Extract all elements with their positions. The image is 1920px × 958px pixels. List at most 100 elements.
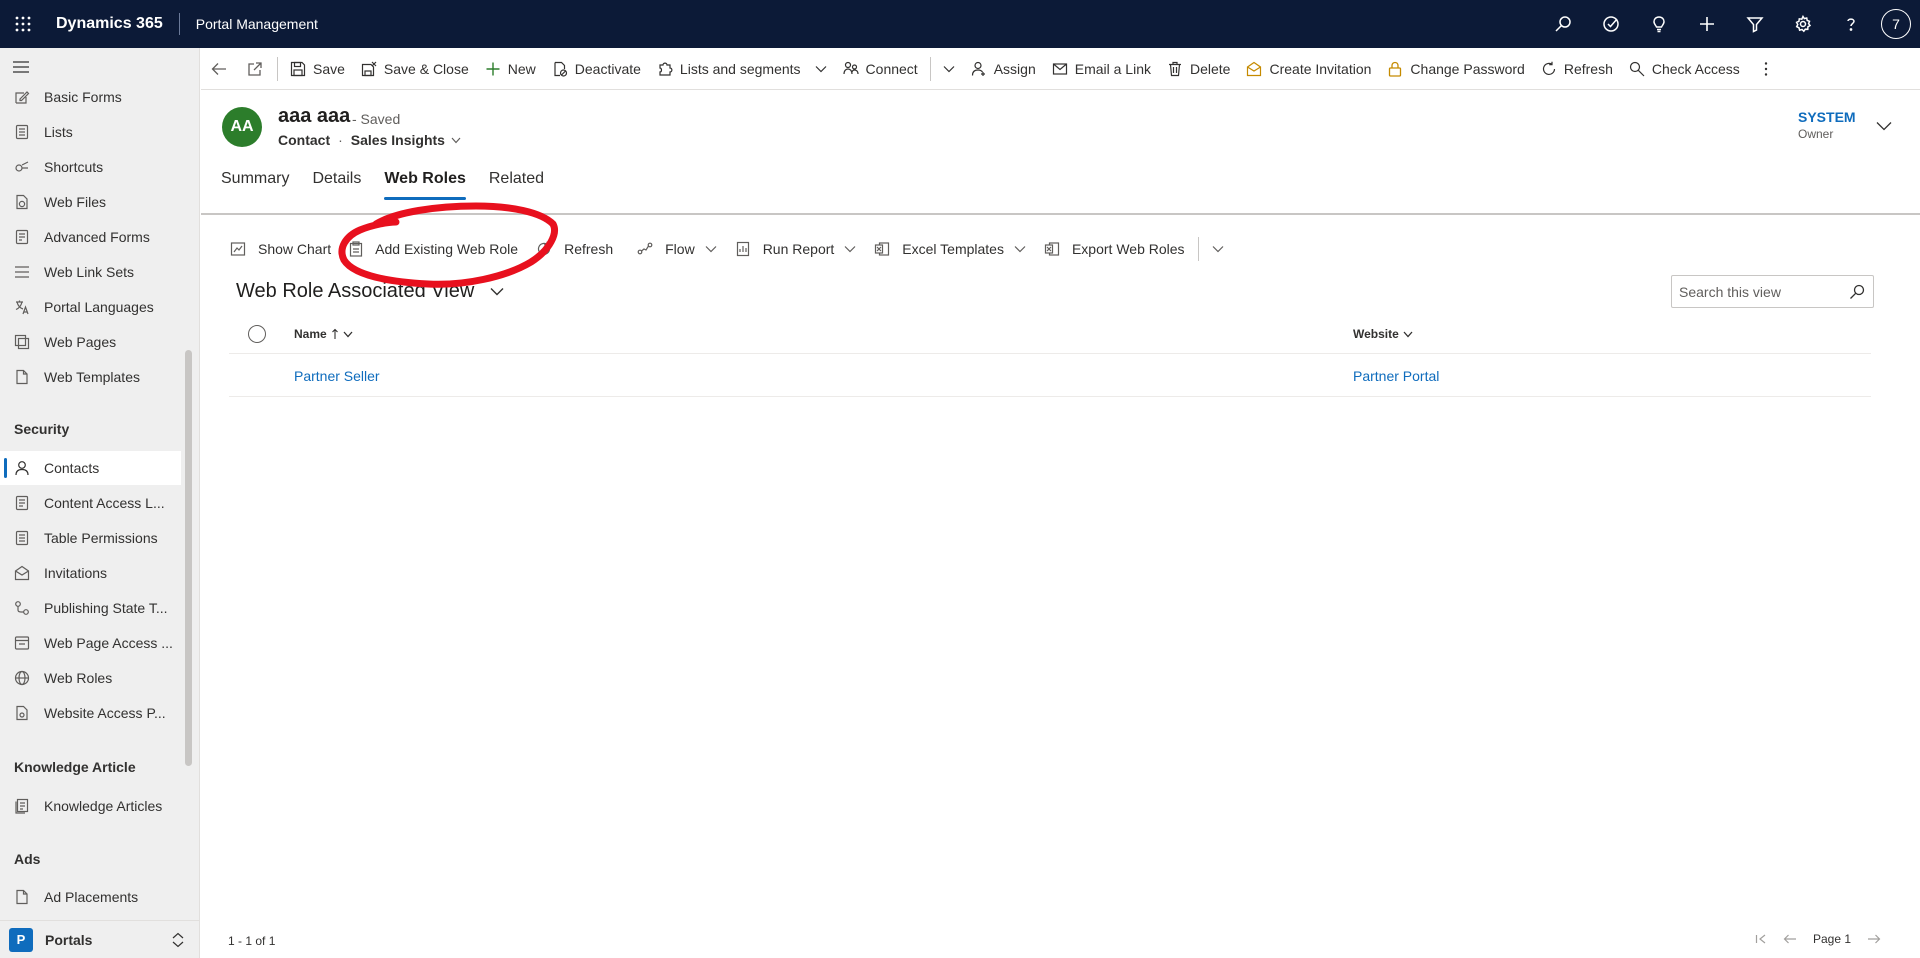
previous-page-icon[interactable] [1783, 934, 1797, 944]
save-and-close-button[interactable]: Save & Close [353, 48, 477, 90]
subgrid-refresh-button[interactable]: Refresh [527, 232, 622, 266]
create-invitation-button[interactable]: Create Invitation [1238, 48, 1379, 90]
change-password-button[interactable]: Change Password [1379, 48, 1532, 90]
sidebar-item-web-roles[interactable]: Web Roles [0, 661, 181, 695]
add-existing-web-role-button[interactable]: Add Existing Web Role [340, 232, 527, 266]
select-all-checkbox[interactable] [248, 325, 266, 343]
next-page-icon[interactable] [1867, 934, 1881, 944]
form-tabs: Summary Details Web Roles Related [221, 170, 567, 200]
sidebar-item-content-access[interactable]: Content Access L... [0, 486, 181, 520]
save-icon [290, 61, 306, 77]
back-arrow-icon[interactable] [201, 48, 237, 90]
app-name[interactable]: Portal Management [196, 16, 318, 32]
language-icon [0, 299, 44, 315]
sidebar-item-lists[interactable]: Lists [0, 115, 181, 149]
export-web-roles-button[interactable]: Export Web Roles [1035, 232, 1194, 266]
sidebar-item-website-access[interactable]: Website Access P... [0, 696, 181, 730]
lists-and-segments-button[interactable]: Lists and segments [649, 48, 835, 90]
more-commands-icon[interactable] [1748, 48, 1776, 90]
record-entity-line: Contact · Sales Insights [278, 132, 461, 148]
form-selector[interactable]: Sales Insights [351, 132, 445, 148]
assign-button[interactable]: Assign [963, 48, 1044, 90]
connect-more-chevron-icon[interactable] [935, 48, 963, 90]
sidebar-item-portal-languages[interactable]: Portal Languages [0, 290, 181, 324]
run-report-button[interactable]: Run Report [726, 232, 866, 266]
search-icon[interactable] [1539, 0, 1587, 48]
sidebar-item-label: Web Files [44, 194, 106, 210]
email-a-link-button[interactable]: Email a Link [1044, 48, 1159, 90]
sidebar-item-ad-placements[interactable]: Ad Placements [0, 880, 181, 914]
name-link[interactable]: Partner Seller [294, 368, 380, 384]
app-launcher-icon[interactable] [0, 0, 46, 48]
gear-icon[interactable] [1779, 0, 1827, 48]
list-icon [0, 264, 44, 280]
sidebar-item-shortcuts[interactable]: Shortcuts [0, 150, 181, 184]
sidebar-item-web-templates[interactable]: Web Templates [0, 360, 181, 394]
flow-button[interactable]: Flow [628, 232, 726, 266]
article-icon [0, 798, 44, 814]
plus-icon [485, 61, 501, 77]
profile-avatar[interactable]: 7 [1881, 9, 1911, 39]
tab-details[interactable]: Details [312, 170, 361, 200]
sidebar-item-label: Web Link Sets [44, 264, 135, 280]
refresh-button[interactable]: Refresh [1533, 48, 1621, 90]
excel-templates-button[interactable]: Excel Templates [865, 232, 1035, 266]
deactivate-button[interactable]: Deactivate [544, 48, 649, 90]
check-access-button[interactable]: Check Access [1621, 48, 1748, 90]
plus-icon[interactable] [1683, 0, 1731, 48]
chevron-down-icon[interactable] [815, 65, 827, 73]
search-input[interactable] [1679, 283, 1839, 300]
new-button[interactable]: New [477, 48, 544, 90]
hamburger-menu-icon[interactable] [12, 60, 30, 74]
save-button[interactable]: Save [282, 48, 353, 90]
connect-button[interactable]: Connect [835, 48, 926, 90]
export-more-chevron-icon[interactable] [1203, 232, 1233, 266]
owner-label: Owner [1798, 127, 1834, 141]
sidebar-item-publishing-state[interactable]: Publishing State T... [0, 591, 181, 625]
chevron-up-down-icon [171, 932, 185, 948]
task-check-icon[interactable] [1587, 0, 1635, 48]
chevron-down-icon[interactable] [451, 137, 461, 144]
filter-icon[interactable] [1731, 0, 1779, 48]
sidebar-item-table-permissions[interactable]: Table Permissions [0, 521, 181, 555]
sidebar-item-basic-forms[interactable]: Basic Forms [0, 80, 181, 114]
owner-name-link[interactable]: SYSTEM [1798, 109, 1856, 125]
tab-web-roles[interactable]: Web Roles [384, 170, 466, 200]
record-avatar: AA [222, 107, 262, 147]
sidebar-item-contacts[interactable]: Contacts [0, 451, 181, 485]
sidebar-scrollbar[interactable] [185, 350, 192, 766]
first-page-icon[interactable] [1755, 934, 1767, 944]
area-switcher[interactable]: P Portals [0, 920, 199, 958]
sidebar-item-label: Portal Languages [44, 299, 154, 315]
column-header-website[interactable]: Website [1353, 327, 1413, 341]
column-header-name[interactable]: Name [294, 327, 353, 341]
sidebar-item-web-page-access[interactable]: Web Page Access ... [0, 626, 181, 660]
owner-field: SYSTEM Owner [1798, 109, 1856, 141]
delete-button[interactable]: Delete [1159, 48, 1238, 90]
sidebar-item-advanced-forms[interactable]: Advanced Forms [0, 220, 181, 254]
sidebar-item-label: Web Roles [44, 670, 113, 686]
sidebar-item-web-files[interactable]: Web Files [0, 185, 181, 219]
show-chart-button[interactable]: Show Chart [221, 232, 340, 266]
tab-related[interactable]: Related [489, 170, 544, 200]
email-link-icon [1052, 61, 1068, 77]
excel-icon [874, 241, 890, 257]
brand-name[interactable]: Dynamics 365 [56, 15, 163, 33]
search-icon[interactable] [1849, 284, 1865, 300]
open-new-window-icon[interactable] [237, 48, 273, 90]
table-row[interactable]: Partner Seller Partner Portal [229, 355, 1871, 397]
sidebar-item-label: Shortcuts [44, 159, 104, 175]
sidebar-item-web-pages[interactable]: Web Pages [0, 325, 181, 359]
header-expand-chevron-icon[interactable] [1876, 121, 1892, 131]
view-selector[interactable]: Web Role Associated View [236, 280, 504, 303]
sidebar-item-web-link-sets[interactable]: Web Link Sets [0, 255, 181, 289]
tab-summary[interactable]: Summary [221, 170, 289, 200]
sidebar-item-knowledge-articles[interactable]: Knowledge Articles [0, 789, 181, 823]
website-link[interactable]: Partner Portal [1353, 368, 1439, 384]
document-icon [0, 495, 44, 511]
sidebar-item-invitations[interactable]: Invitations [0, 556, 181, 590]
lightbulb-icon[interactable] [1635, 0, 1683, 48]
clipboard-icon [349, 241, 363, 257]
form-icon [0, 229, 44, 245]
help-icon[interactable] [1827, 0, 1875, 48]
